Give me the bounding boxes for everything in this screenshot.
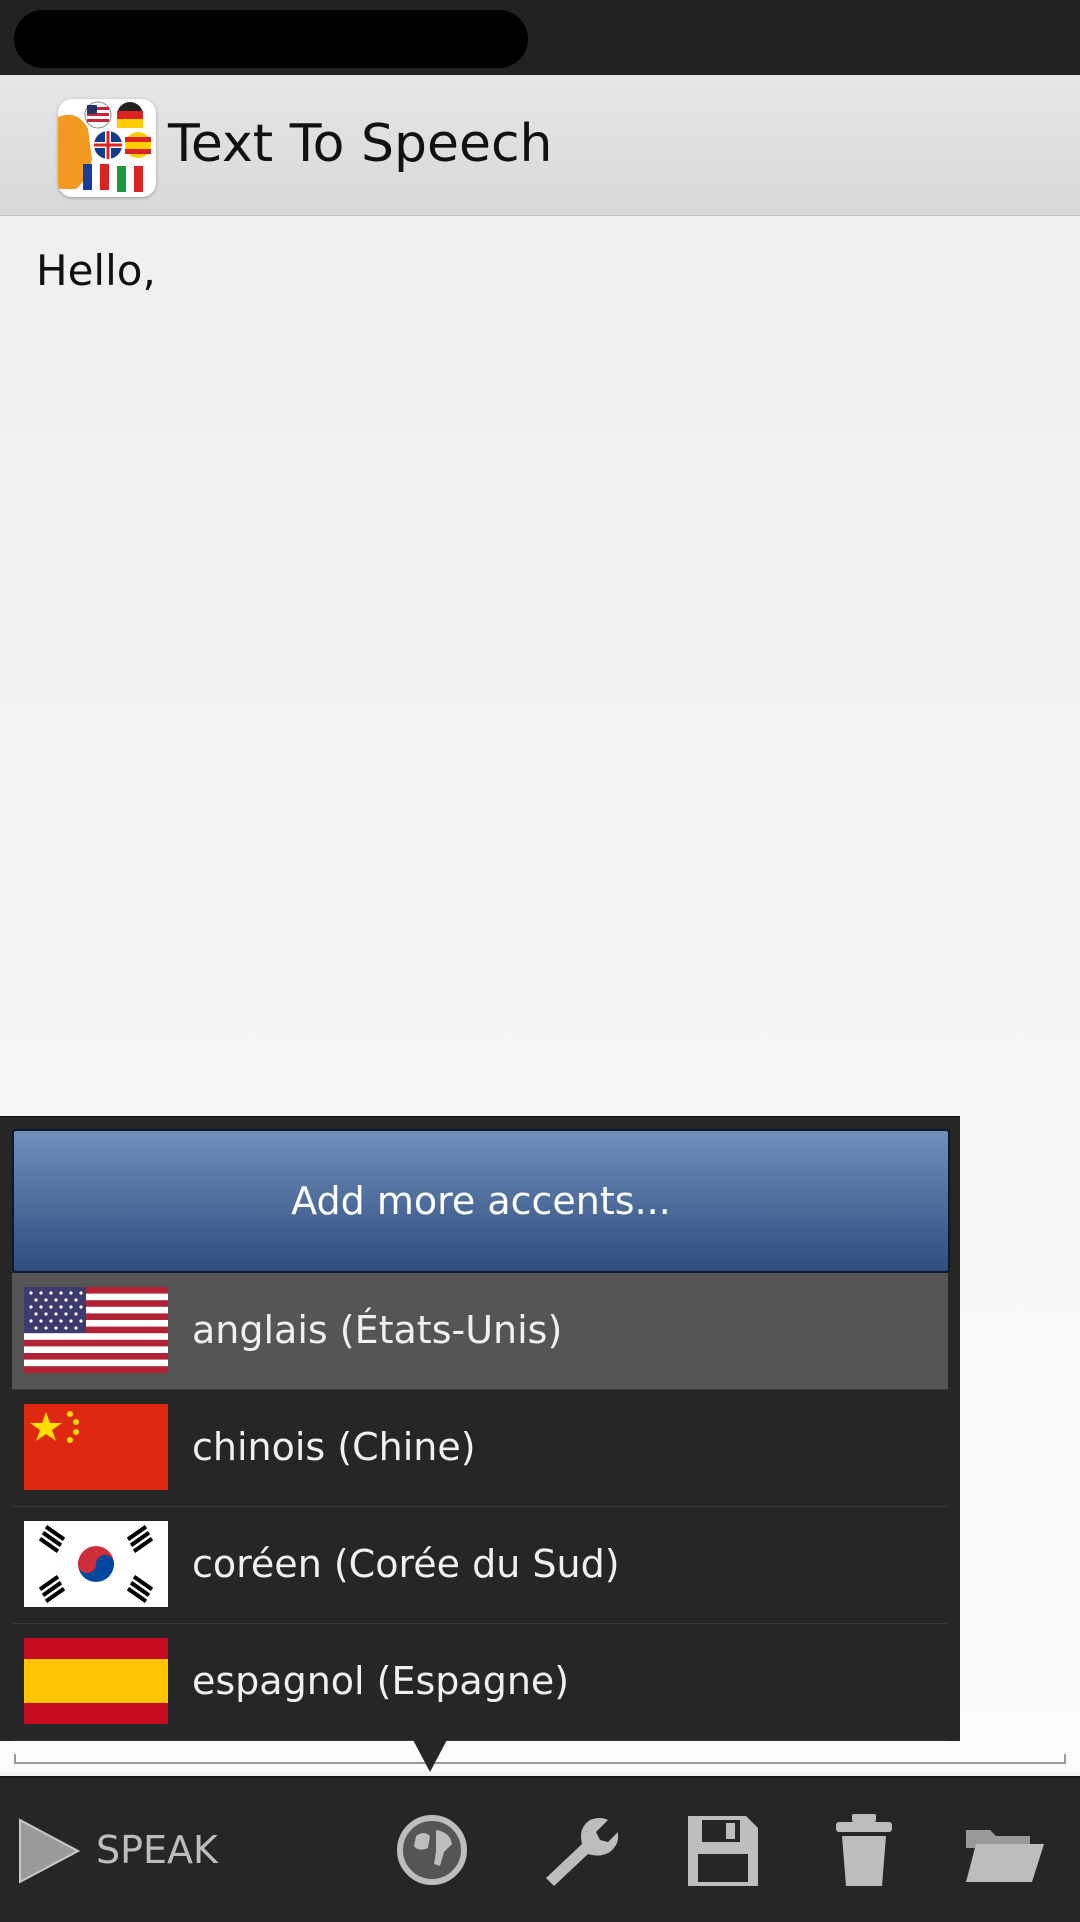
action-bar: Text To Speech xyxy=(0,75,1080,216)
china-flag-icon xyxy=(24,1404,168,1490)
status-bar xyxy=(0,0,1080,75)
language-label: chinois (Chine) xyxy=(192,1425,476,1469)
us-flag-icon xyxy=(24,1287,168,1373)
editor-text[interactable]: Hello, xyxy=(36,246,156,295)
accent-popup: Add more accents... anglais (États-Unis)… xyxy=(0,1116,960,1741)
language-item-spanish[interactable]: espagnol (Espagne) xyxy=(12,1624,948,1741)
open-folder-button[interactable] xyxy=(962,1808,1052,1892)
language-label: espagnol (Espagne) xyxy=(192,1659,570,1703)
play-icon xyxy=(19,1818,80,1884)
add-more-accents-button[interactable]: Add more accents... xyxy=(12,1129,950,1273)
app-title: Text To Speech xyxy=(168,114,553,174)
spain-flag-icon xyxy=(24,1638,168,1724)
wrench-icon xyxy=(546,1818,618,1886)
popup-arrow xyxy=(412,1738,448,1772)
settings-button[interactable] xyxy=(534,1808,624,1892)
speak-button[interactable]: SPEAK xyxy=(0,1778,360,1922)
language-item-korean[interactable]: coréen (Corée du Sud) xyxy=(12,1507,948,1624)
globe-icon xyxy=(397,1815,467,1885)
editor-underline xyxy=(14,1754,1066,1764)
language-item-us-english[interactable]: anglais (États-Unis) xyxy=(12,1273,948,1390)
delete-button[interactable] xyxy=(822,1808,906,1892)
save-button[interactable] xyxy=(680,1808,764,1892)
language-label: anglais (États-Unis) xyxy=(192,1308,563,1352)
save-icon xyxy=(688,1816,758,1886)
language-item-chinese[interactable]: chinois (Chine) xyxy=(12,1390,948,1507)
bottom-toolbar: SPEAK xyxy=(0,1776,1080,1922)
language-label: coréen (Corée du Sud) xyxy=(192,1542,620,1586)
app-logo-icon xyxy=(58,99,156,197)
status-redaction xyxy=(14,10,528,68)
language-list: anglais (États-Unis) chinois (Chine) cor… xyxy=(12,1273,948,1741)
speak-label: SPEAK xyxy=(96,1828,218,1872)
globe-button[interactable] xyxy=(390,1808,474,1892)
folder-icon xyxy=(966,1830,1044,1882)
korea-flag-icon xyxy=(24,1521,168,1607)
trash-icon xyxy=(836,1814,892,1886)
